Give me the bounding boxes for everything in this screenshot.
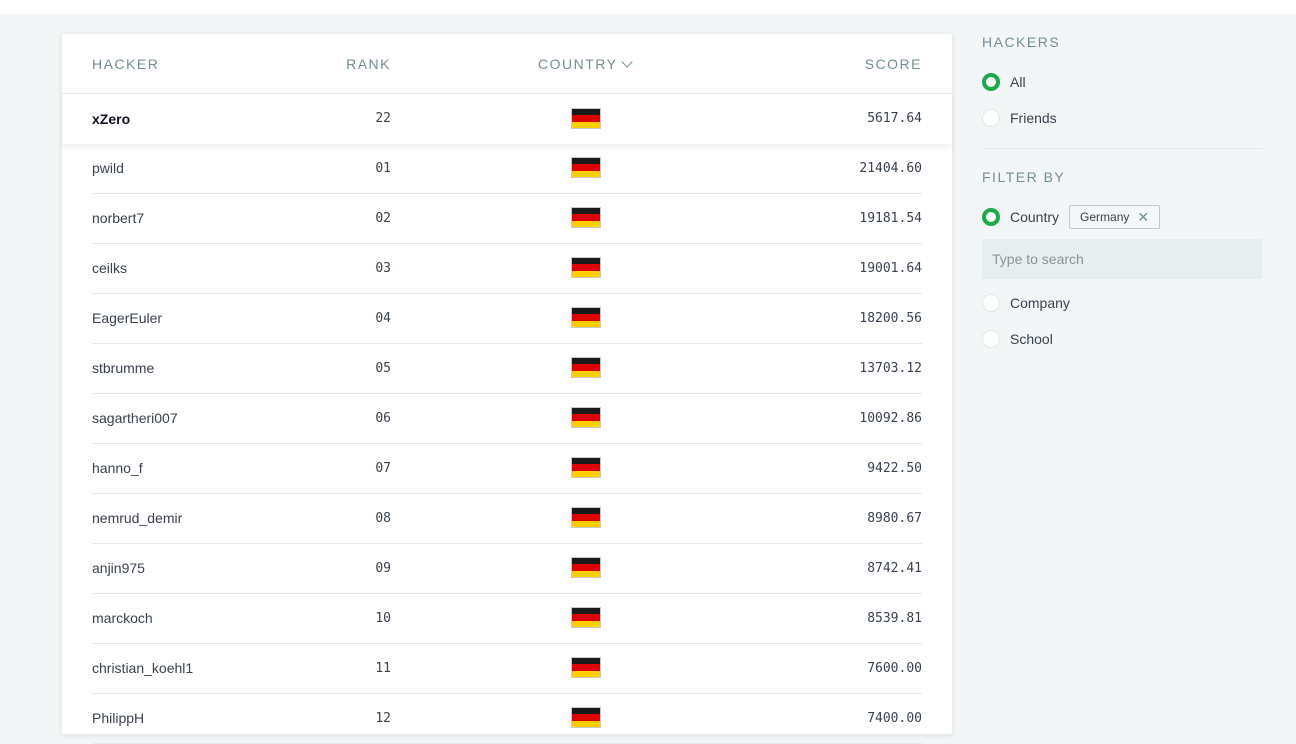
close-icon[interactable]: ✕ <box>1137 209 1149 226</box>
column-header-country[interactable]: COUNTRY <box>538 56 634 72</box>
radio-button[interactable] <box>982 330 1000 348</box>
germany-flag-icon <box>571 407 601 428</box>
germany-flag-icon <box>571 657 601 678</box>
germany-flag-icon <box>571 507 601 528</box>
hacker-score: 8539.81 <box>867 611 922 626</box>
current-user-row[interactable]: xZero 22 5617.64 <box>62 94 952 144</box>
hacker-score: 7400.00 <box>867 711 922 726</box>
top-bar <box>0 0 1296 14</box>
hacker-score: 8980.67 <box>867 511 922 526</box>
hacker-rank: 06 <box>375 411 391 426</box>
table-row[interactable]: PhilippH 12 7400.00 <box>92 694 922 744</box>
radio-button[interactable] <box>982 294 1000 312</box>
hacker-rank: 02 <box>375 211 391 226</box>
hacker-name[interactable]: sagartheri007 <box>92 394 178 443</box>
divider <box>982 148 1262 149</box>
column-header-country-label: COUNTRY <box>538 56 618 72</box>
hacker-rank: 01 <box>375 161 391 176</box>
germany-flag-icon <box>571 607 601 628</box>
leaderboard-table: HACKER RANK COUNTRY SCORE xZero 22 5617.… <box>62 34 952 744</box>
hacker-rank: 07 <box>375 461 391 476</box>
hacker-score: 10092.86 <box>859 411 922 426</box>
table-row[interactable]: marckoch 10 8539.81 <box>92 594 922 644</box>
hacker-score: 19001.64 <box>859 261 922 276</box>
hacker-rank: 08 <box>375 511 391 526</box>
hacker-rank: 11 <box>375 661 391 676</box>
radio-button[interactable] <box>982 208 1000 226</box>
hacker-rank: 04 <box>375 311 391 326</box>
table-row[interactable]: christian_koehl1 11 7600.00 <box>92 644 922 694</box>
hacker-name[interactable]: nemrud_demir <box>92 494 182 543</box>
radio-label: Country <box>1010 209 1060 225</box>
column-header-hacker: HACKER <box>92 56 160 72</box>
germany-flag-icon <box>571 157 601 178</box>
hacker-score: 18200.56 <box>859 311 922 326</box>
germany-flag-icon <box>571 457 601 478</box>
hacker-name[interactable]: pwild <box>92 144 124 193</box>
chip-label: Germany <box>1080 210 1130 224</box>
hacker-name[interactable]: PhilippH <box>92 694 144 743</box>
germany-flag-icon <box>571 707 601 728</box>
radio-school[interactable]: School <box>982 321 1262 357</box>
column-header-rank: RANK <box>346 56 391 72</box>
hacker-name[interactable]: hanno_f <box>92 444 143 493</box>
germany-flag-icon <box>571 557 601 578</box>
germany-flag-icon <box>571 257 601 278</box>
radio-friends[interactable]: Friends <box>982 100 1262 136</box>
radio-label: School <box>1010 331 1053 347</box>
table-row[interactable]: anjin975 09 8742.41 <box>92 544 922 594</box>
germany-flag-icon <box>571 307 601 328</box>
hacker-name[interactable]: ceilks <box>92 244 127 293</box>
table-row[interactable]: norbert7 02 19181.54 <box>92 194 922 244</box>
hacker-name[interactable]: christian_koehl1 <box>92 644 193 693</box>
hacker-name[interactable]: EagerEuler <box>92 294 162 343</box>
radio-button[interactable] <box>982 73 1000 91</box>
filter-sidebar: HACKERS All Friends FILTER BY Country Ge… <box>982 34 1262 357</box>
hacker-name[interactable]: stbrumme <box>92 344 154 393</box>
column-header-score: SCORE <box>864 56 922 72</box>
chevron-down-icon <box>621 56 634 68</box>
hacker-score: 13703.12 <box>859 361 922 376</box>
radio-label: All <box>1010 74 1026 90</box>
hacker-name[interactable]: anjin975 <box>92 544 145 593</box>
radio-company[interactable]: Company <box>982 285 1262 321</box>
table-row[interactable]: EagerEuler 04 18200.56 <box>92 294 922 344</box>
radio-country[interactable]: Country Germany ✕ <box>982 199 1262 235</box>
hacker-rank: 12 <box>375 711 391 726</box>
hacker-name[interactable]: marckoch <box>92 594 153 643</box>
hacker-name[interactable]: norbert7 <box>92 194 144 243</box>
hacker-score: 21404.60 <box>859 161 922 176</box>
table-row[interactable]: stbrumme 05 13703.12 <box>92 344 922 394</box>
radio-button[interactable] <box>982 109 1000 127</box>
hacker-rank: 03 <box>375 261 391 276</box>
country-filter-chip: Germany ✕ <box>1069 205 1161 229</box>
hackers-section-title: HACKERS <box>982 34 1061 50</box>
hacker-score: 9422.50 <box>867 461 922 476</box>
hacker-rank: 10 <box>375 611 391 626</box>
hacker-rank: 22 <box>375 111 391 126</box>
table-row[interactable]: hanno_f 07 9422.50 <box>92 444 922 494</box>
hacker-score: 5617.64 <box>867 111 922 126</box>
hacker-score: 8742.41 <box>867 561 922 576</box>
table-header: HACKER RANK COUNTRY SCORE <box>62 34 952 94</box>
radio-label: Friends <box>1010 110 1057 126</box>
table-row[interactable]: ceilks 03 19001.64 <box>92 244 922 294</box>
germany-flag-icon <box>571 357 601 378</box>
hacker-rank: 09 <box>375 561 391 576</box>
radio-label: Company <box>1010 295 1070 311</box>
table-row[interactable]: pwild 01 21404.60 <box>92 144 922 194</box>
radio-all[interactable]: All <box>982 64 1262 100</box>
hacker-name[interactable]: xZero <box>92 94 130 144</box>
hacker-rank: 05 <box>375 361 391 376</box>
hacker-score: 7600.00 <box>867 661 922 676</box>
germany-flag-icon <box>571 108 601 129</box>
germany-flag-icon <box>571 207 601 228</box>
filter-by-title: FILTER BY <box>982 169 1066 185</box>
table-row[interactable]: nemrud_demir 08 8980.67 <box>92 494 922 544</box>
table-row[interactable]: sagartheri007 06 10092.86 <box>92 394 922 444</box>
hacker-score: 19181.54 <box>859 211 922 226</box>
country-search-input[interactable] <box>982 239 1262 279</box>
leaderboard-rows: pwild 01 21404.60 norbert7 02 19181.54 ceilks 0… <box>62 144 952 744</box>
